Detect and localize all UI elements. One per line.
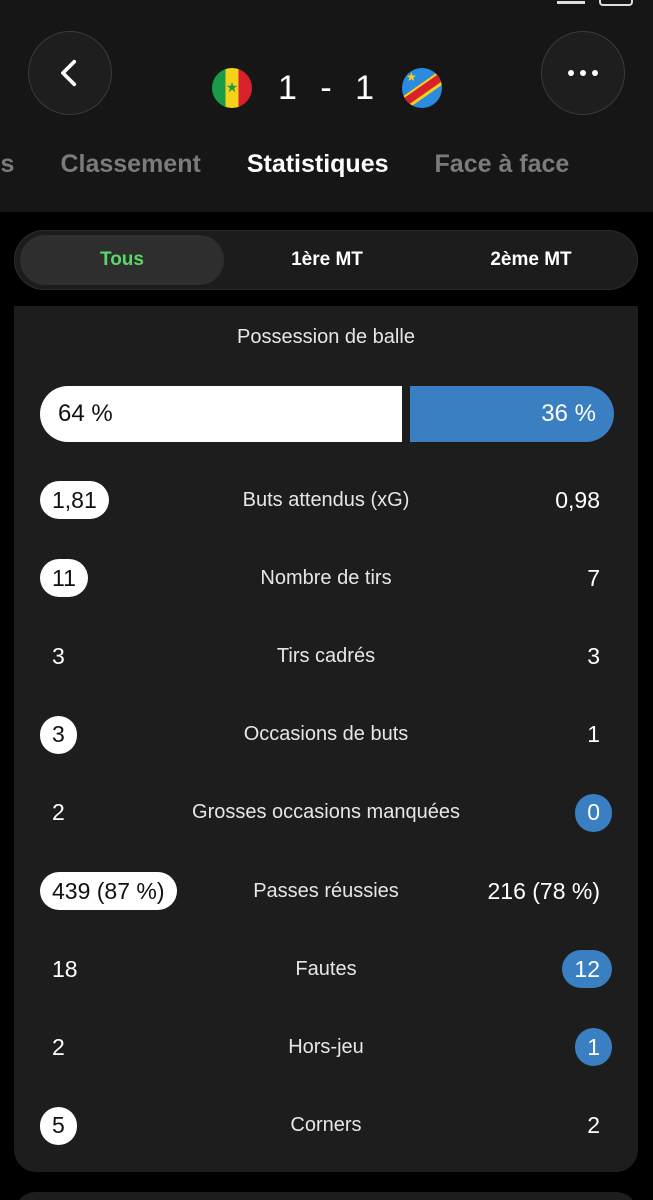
stat-home-value: 1,81: [40, 481, 109, 519]
stat-home-value: 18: [52, 955, 78, 982]
stat-away-value: 216 (78 %): [487, 877, 600, 904]
match-stats-screen: ★ 1 - 1 ★ ons Classement Statistiques Fa…: [0, 0, 653, 1200]
stat-away-value: 0,98: [555, 486, 600, 513]
stat-row: Corners 5 2: [14, 1104, 638, 1148]
stats-card: Possession de balle 64 % 36 % Buts atten…: [14, 306, 638, 1172]
period-filter: Tous 1ère MT 2ème MT: [14, 230, 638, 290]
signal-icon: [557, 0, 585, 4]
stat-away-value: 3: [587, 642, 600, 669]
possession-title: Possession de balle: [237, 326, 415, 348]
stat-row: Nombre de tirs 11 7: [14, 556, 638, 600]
score-separator: -: [320, 68, 334, 107]
dr-congo-flag-icon: ★: [401, 68, 442, 108]
stat-home-value: 3: [40, 715, 77, 754]
stat-label: Hors-jeu: [288, 1035, 364, 1058]
score: 1 - 1: [278, 69, 376, 108]
chevron-left-icon: [61, 59, 77, 87]
possession-away: 36 %: [410, 386, 614, 442]
stat-home-value: 3: [52, 642, 65, 669]
stat-row: Hors-jeu 2 1: [14, 1025, 638, 1069]
stat-away-value: 2: [587, 1112, 600, 1139]
stat-away-value: 1: [575, 1028, 612, 1067]
back-button[interactable]: [28, 31, 112, 115]
stat-home-value: 439 (87 %): [40, 872, 177, 910]
stat-away-value: 0: [575, 793, 612, 832]
stat-home-value: 2: [52, 799, 65, 826]
stat-row: Occasions de buts 3 1: [14, 713, 638, 757]
stat-row: Buts attendus (xG) 1,81 0,98: [14, 478, 638, 522]
tab-face-a-face[interactable]: Face à face: [435, 150, 570, 179]
stat-row: Fautes 18 12: [14, 947, 638, 991]
filter-first-half[interactable]: 1ère MT: [227, 235, 427, 285]
stat-home-value: 11: [40, 559, 88, 598]
match-header: ★ 1 - 1 ★ ons Classement Statistiques Fa…: [0, 0, 653, 212]
stat-label: Nombre de tirs: [260, 566, 392, 589]
next-section-card: [14, 1192, 638, 1200]
stat-label: Tirs cadrés: [276, 644, 376, 667]
stat-away-value: 7: [587, 564, 600, 591]
stat-row: Grosses occasions manquées 2 0: [14, 791, 638, 835]
senegal-flag-icon: ★: [212, 68, 252, 108]
tab-classement[interactable]: Classement: [60, 150, 200, 179]
scoreboard[interactable]: ★ 1 - 1 ★: [212, 65, 442, 111]
match-tabs: ons Classement Statistiques Face à face: [0, 150, 569, 179]
stat-label: Occasions de buts: [243, 723, 409, 746]
filter-all[interactable]: Tous: [20, 235, 224, 285]
stat-row: Passes réussies 439 (87 %) 216 (78 %): [14, 869, 638, 913]
stat-away-value: 1: [587, 721, 600, 748]
more-dots-icon: [568, 70, 598, 76]
tab-statistiques[interactable]: Statistiques: [247, 150, 389, 179]
home-score: 1: [277, 68, 299, 107]
stat-label: Fautes: [295, 957, 357, 980]
away-score: 1: [355, 68, 377, 107]
stat-label: Corners: [290, 1114, 362, 1137]
stat-label: Grosses occasions manquées: [192, 801, 460, 824]
more-options-button[interactable]: [541, 31, 625, 115]
possession-home: 64 %: [40, 386, 402, 442]
stat-home-value: 2: [52, 1033, 65, 1060]
stat-home-value: 5: [40, 1106, 77, 1145]
tab-compositions[interactable]: ons: [0, 150, 14, 179]
status-bar: [557, 0, 633, 6]
possession-bar: 64 % 36 %: [40, 386, 614, 442]
stat-away-value: 12: [562, 950, 612, 989]
stat-row: Tirs cadrés 3 3: [14, 634, 638, 678]
filter-second-half[interactable]: 2ème MT: [429, 235, 633, 285]
battery-icon: [599, 0, 633, 6]
